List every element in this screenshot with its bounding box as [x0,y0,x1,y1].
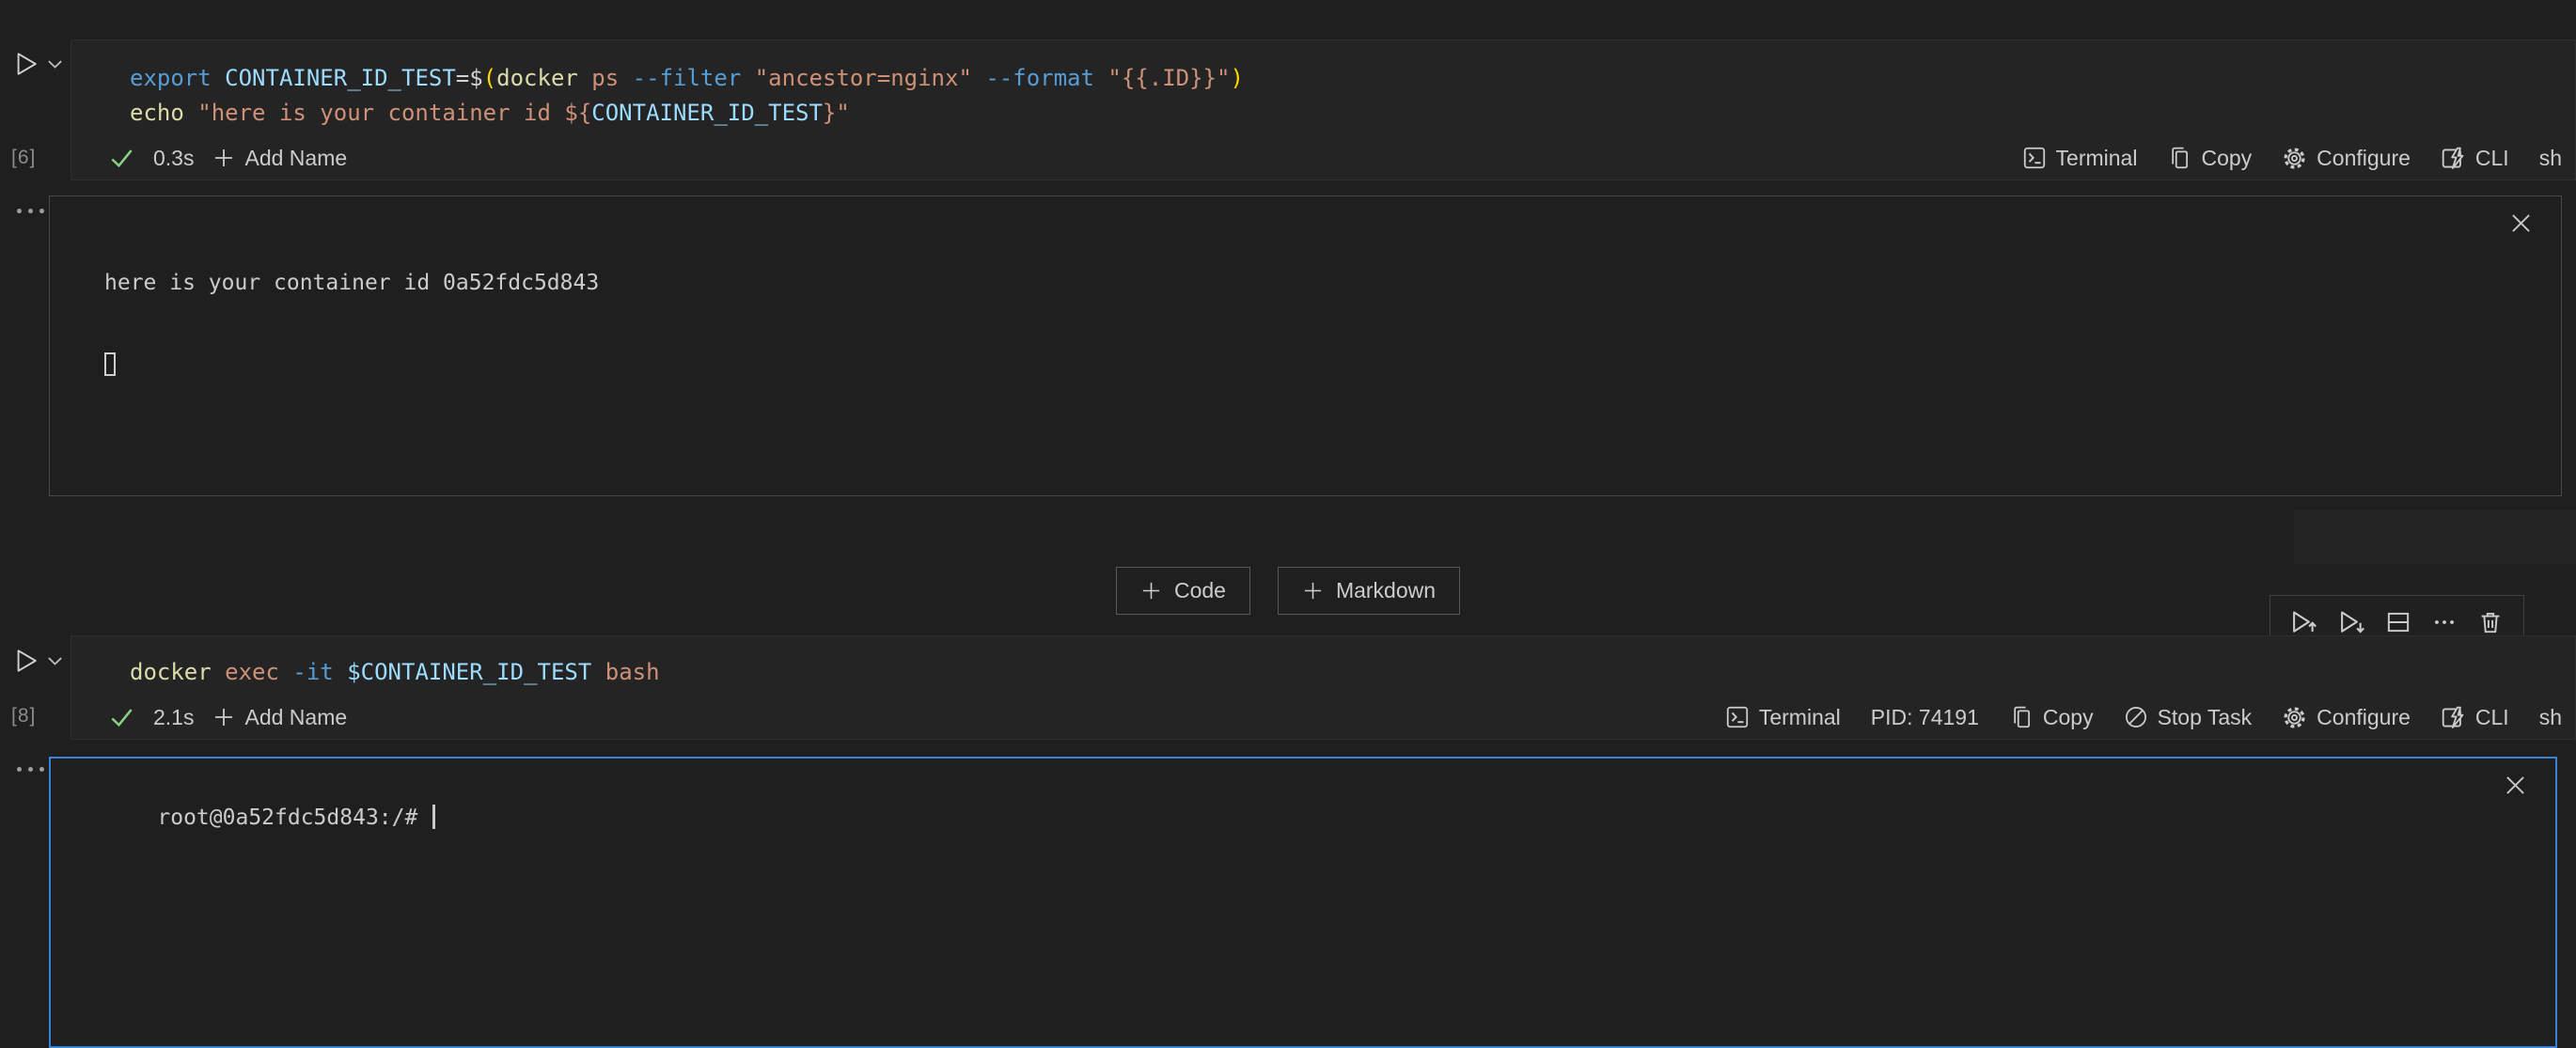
code-line: export CONTAINER_ID_TEST=$(docker ps --f… [130,61,2575,96]
insert-cell-bar: Code Markdown [0,567,2576,615]
cell-status-bar: 0.3s Add Name Terminal Copy [71,136,2575,180]
configure-button[interactable]: Configure [2282,705,2411,730]
terminal-output[interactable]: here is your container id 0a52fdc5d843 [49,196,2562,496]
chevron-down-icon[interactable] [47,59,63,70]
more-icon[interactable] [2431,609,2458,635]
play-outline-icon[interactable] [13,51,39,77]
add-code-cell-button[interactable]: Code [1116,567,1250,615]
cli-button[interactable]: CLI [2441,146,2509,171]
add-name-button[interactable]: Add Name [212,146,347,171]
add-name-button[interactable]: Add Name [212,705,347,730]
plus-icon [212,147,235,169]
execution-duration: 0.3s [153,146,194,171]
copy-icon [2167,146,2191,170]
code-editor[interactable]: export CONTAINER_ID_TEST=$(docker ps --f… [71,40,2575,131]
terminal-icon [2022,146,2047,170]
plus-icon [212,706,235,728]
pid-label: PID: 74191 [1871,705,1979,730]
copy-button[interactable]: Copy [2009,705,2094,730]
run-above-icon[interactable] [2290,608,2318,636]
play-outline-icon[interactable] [13,648,39,674]
terminal-prompt: root@0a52fdc5d843:/# [157,806,431,830]
terminal-icon [1725,705,1750,729]
slash-circle-icon [2124,705,2148,729]
check-icon [109,146,134,171]
output-menu-button[interactable] [17,209,44,213]
add-markdown-cell-button[interactable]: Markdown [1278,567,1460,615]
trash-icon[interactable] [2477,609,2504,635]
code-cell[interactable]: export CONTAINER_ID_TEST=$(docker ps --f… [71,39,2576,180]
copy-button[interactable]: Copy [2167,146,2252,171]
check-icon [109,705,134,730]
gear-icon [2282,146,2307,171]
language-indicator[interactable]: sh [2539,146,2562,171]
run-below-icon[interactable] [2338,608,2366,636]
code-editor[interactable]: docker exec -it $CONTAINER_ID_TEST bash [71,636,2575,690]
code-line: echo "here is your container id ${CONTAI… [130,96,2575,131]
close-icon[interactable] [2504,774,2527,797]
stop-task-button[interactable]: Stop Task [2124,705,2253,730]
execution-count: [6] [11,147,36,169]
cell-status-bar: 2.1s Add Name Terminal PID: 74191 Copy [71,696,2575,739]
output-menu-button[interactable] [17,767,44,772]
copy-icon [2009,705,2034,729]
hover-highlight [2294,510,2576,564]
language-indicator[interactable]: sh [2539,705,2562,730]
split-cell-icon[interactable] [2385,609,2411,635]
output-text: here is your container id 0a52fdc5d843 [104,270,2505,297]
terminal-cursor [104,352,116,376]
chevron-down-icon[interactable] [47,656,63,666]
bolt-square-icon [2441,146,2466,171]
execution-duration: 2.1s [153,705,194,730]
terminal-cursor [432,805,435,829]
cli-button[interactable]: CLI [2441,705,2509,730]
bolt-square-icon [2441,705,2466,730]
run-cell-button[interactable] [13,50,68,78]
plus-icon [1140,580,1162,602]
code-line: docker exec -it $CONTAINER_ID_TEST bash [130,655,2575,690]
terminal-button[interactable]: Terminal [2022,146,2138,171]
execution-count: [8] [11,705,36,727]
terminal-button[interactable]: Terminal [1725,705,1841,730]
close-icon[interactable] [2509,211,2533,235]
configure-button[interactable]: Configure [2282,146,2411,171]
plus-icon [1302,580,1324,602]
code-cell[interactable]: docker exec -it $CONTAINER_ID_TEST bash … [71,635,2576,740]
terminal-output-focused[interactable]: root@0a52fdc5d843:/# [49,757,2557,1048]
gear-icon [2282,705,2307,730]
run-cell-button[interactable] [13,647,68,675]
